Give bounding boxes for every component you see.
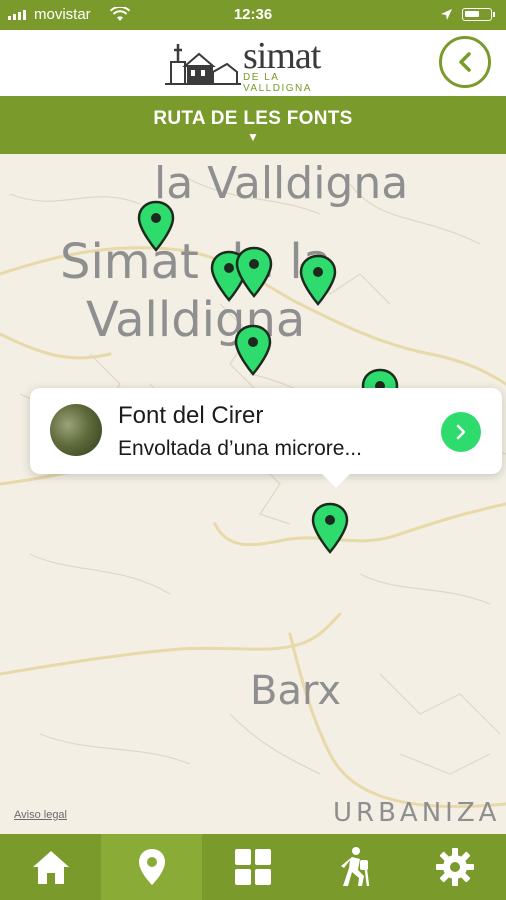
tab-grid[interactable] (202, 834, 303, 900)
map-view[interactable]: la Valldigna Simat de la Valldigna Barx … (0, 154, 506, 834)
back-button[interactable] (439, 36, 491, 88)
map-pin-icon (138, 849, 165, 885)
map-pin-icon[interactable] (311, 502, 349, 554)
caret-down-icon: ▼ (247, 130, 259, 144)
route-title: RUTA DE LES FONTS (153, 108, 353, 129)
legal-link[interactable]: Aviso legal (14, 809, 67, 821)
callout-subtitle: Envoltada d’una microre... (118, 437, 362, 460)
map-label-simat: Simat de la (60, 234, 333, 290)
map-label-urbaniza: URBANIZA (333, 798, 501, 828)
hiking-icon (341, 847, 370, 887)
grid-icon (234, 849, 271, 885)
town-logo-icon (165, 44, 241, 85)
map-label-valldigna: la Valldigna (154, 158, 409, 209)
location-thumbnail (50, 404, 102, 456)
logo-subtitle: DE LA VALLDIGNA (243, 72, 312, 94)
simat-logo: simat DE LA VALLDIGNA (165, 35, 345, 94)
route-selector[interactable]: RUTA DE LES FONTS ▼ (0, 96, 506, 154)
chevron-left-icon (459, 52, 471, 72)
map-label-barx: Barx (250, 668, 341, 714)
tab-home[interactable] (0, 834, 101, 900)
gear-icon (436, 848, 475, 886)
clock: 12:36 (233, 6, 273, 23)
location-arrow-icon (441, 9, 452, 20)
location-callout[interactable]: Font del Cirer Envoltada d’una microre..… (30, 388, 502, 488)
battery-icon (462, 8, 495, 21)
callout-detail-button[interactable] (441, 412, 481, 452)
app-header: simat DE LA VALLDIGNA (0, 30, 506, 96)
tab-bar (0, 834, 506, 900)
status-bar: movistar 12:36 (0, 0, 506, 30)
map-pin-icon[interactable] (234, 324, 272, 376)
map-pin-icon[interactable] (137, 200, 175, 252)
map-pin-icon[interactable] (299, 254, 337, 306)
tab-hiking[interactable] (304, 834, 405, 900)
map-pin-icon[interactable] (235, 246, 273, 298)
chevron-right-icon (456, 424, 466, 440)
map-label-valldigna-2: Valldigna (86, 292, 306, 348)
tab-map[interactable] (101, 834, 203, 900)
home-icon (32, 851, 69, 884)
callout-title: Font del Cirer (118, 402, 264, 429)
tab-settings[interactable] (405, 834, 506, 900)
